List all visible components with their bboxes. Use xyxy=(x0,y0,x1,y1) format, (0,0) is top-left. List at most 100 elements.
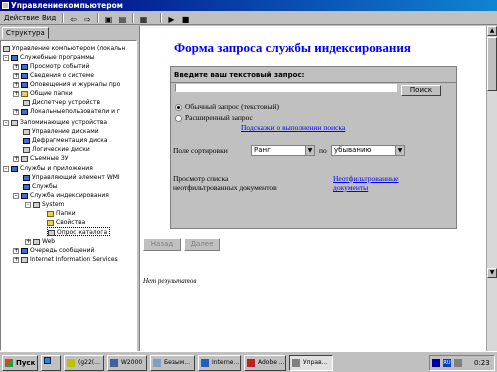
windows-logo-icon xyxy=(5,359,13,367)
tree-item-removable[interactable]: + Съемные ЗУ xyxy=(13,154,68,163)
next-button[interactable]: Далее xyxy=(184,238,220,251)
tree-item-event-viewer[interactable]: + Просмотр событий xyxy=(13,62,89,71)
properties-icon[interactable]: ▦ xyxy=(138,13,149,24)
tree-item-services-apps[interactable]: - Службы и приложения xyxy=(3,164,93,173)
start-button[interactable]: Пуск xyxy=(2,355,38,371)
radio-selected-icon xyxy=(175,103,182,111)
tree-item-disk-management[interactable]: Управление дисками xyxy=(23,127,99,136)
collapse-icon[interactable]: - xyxy=(13,192,19,199)
tree-item-system[interactable]: - System xyxy=(25,200,64,209)
tree-item-directories[interactable]: Папки xyxy=(47,209,76,218)
tree-item-web[interactable]: + Web xyxy=(25,237,55,246)
language-icon[interactable]: RU xyxy=(443,359,451,367)
sort-order-select[interactable]: убыванию ▼ xyxy=(331,145,405,156)
query-form-pane: Форма запроса службы индексирования Введ… xyxy=(139,26,497,351)
unfiltered-label-line1: Просмотр списка xyxy=(173,174,229,183)
tab-structure[interactable]: Структура xyxy=(2,27,49,39)
forward-arrow-icon[interactable]: ⇨ xyxy=(82,13,93,24)
tree-item-system-programs[interactable]: - Служебные программы xyxy=(3,53,94,62)
taskbar-item-4[interactable]: Adobe ... xyxy=(244,355,286,371)
ie-icon xyxy=(44,357,51,364)
tree-item-services[interactable]: Службы xyxy=(23,182,57,191)
scroll-down-icon[interactable]: ▼ xyxy=(487,268,497,278)
services-apps-icon xyxy=(11,165,18,172)
expand-icon[interactable]: + xyxy=(13,90,19,97)
search-button[interactable]: Поиск xyxy=(401,85,441,96)
taskbar-item-3[interactable]: Interne... xyxy=(198,355,241,371)
start-service-icon[interactable]: ▶ xyxy=(166,13,177,24)
unfiltered-docs-link-line2[interactable]: документы xyxy=(333,183,368,192)
tree-item-performance[interactable]: + Оповещения и журналы про xyxy=(13,80,120,89)
services-icon xyxy=(23,183,30,190)
no-results-text: Нет результатов xyxy=(143,277,197,285)
query-panel: Введите ваш текстовый запрос: Поиск Обыч… xyxy=(170,66,457,229)
console-tree: Управление компьютером (локальн - Служебн… xyxy=(0,40,137,351)
expand-icon[interactable]: + xyxy=(25,238,31,245)
taskbar-item-1[interactable]: W2000 xyxy=(107,355,147,371)
scroll-thumb[interactable] xyxy=(487,37,497,91)
expand-icon[interactable]: + xyxy=(13,256,19,263)
volume-icon[interactable] xyxy=(454,359,462,367)
tree-item-root[interactable]: Управление компьютером (локальн xyxy=(3,44,125,53)
taskbar-item-2[interactable]: Безым... xyxy=(150,355,195,371)
query-input[interactable] xyxy=(175,84,397,92)
menu-action[interactable]: Действие xyxy=(4,11,39,25)
menu-view[interactable]: Вид xyxy=(42,11,56,25)
taskbar-item-5[interactable]: Управ... xyxy=(289,355,333,371)
tree-item-system-info[interactable]: + Сведения о системе xyxy=(13,71,94,80)
computer-icon xyxy=(3,45,10,52)
up-folder-icon[interactable]: ▣ xyxy=(103,13,114,24)
expand-icon[interactable]: + xyxy=(13,63,19,70)
message-queue-icon xyxy=(21,247,28,254)
tree-item-properties[interactable]: Свойства xyxy=(47,218,85,227)
expand-icon[interactable]: + xyxy=(13,155,19,162)
tree-item-shared-folders[interactable]: + Общие папки xyxy=(13,89,73,98)
vertical-scrollbar[interactable]: ▲ ▼ xyxy=(486,26,497,351)
toolbar-separator xyxy=(62,13,64,23)
drive-icon xyxy=(23,146,30,153)
defrag-icon xyxy=(23,137,30,144)
event-viewer-icon xyxy=(21,63,28,70)
tree-item-message-queue[interactable]: + Очередь сообщений xyxy=(13,246,94,255)
expand-icon[interactable]: + xyxy=(13,108,19,115)
unfiltered-docs-link-line1[interactable]: Неотфильтрованные xyxy=(333,174,398,183)
collapse-icon[interactable]: - xyxy=(3,54,9,61)
radio-unselected-icon xyxy=(175,114,182,122)
back-button[interactable]: Назад xyxy=(143,238,181,251)
collapse-icon[interactable]: - xyxy=(3,119,9,126)
expand-icon[interactable]: + xyxy=(13,247,19,254)
tree-item-iis[interactable]: + Internet Information Services xyxy=(13,255,118,264)
taskbar-item-0[interactable]: (g22(... xyxy=(64,355,104,371)
mmc-icon xyxy=(292,359,300,367)
search-tips-link[interactable]: Подсказки о выполнении поиска xyxy=(241,123,345,132)
toolbar-separator xyxy=(132,13,134,23)
system-tray: RU 0:23 xyxy=(429,355,495,371)
expand-icon[interactable]: + xyxy=(13,72,19,79)
radio-simple-query[interactable]: Обычный запрос (текстовый) xyxy=(175,102,279,111)
quick-launch[interactable] xyxy=(41,355,61,371)
app-icon xyxy=(67,359,75,367)
tree-item-indexing[interactable]: - Служба индексирования xyxy=(13,191,109,200)
tree-item-query[interactable]: Опрос каталога xyxy=(47,227,111,236)
storage-icon xyxy=(11,119,18,126)
scroll-up-icon[interactable]: ▲ xyxy=(487,26,497,36)
tree-item-storage[interactable]: - Запоминающие устройства xyxy=(3,118,107,127)
tab-bar: Структура xyxy=(0,26,137,39)
tree-item-wmi[interactable]: Управляющий элемент WMI xyxy=(23,173,120,182)
show-tree-icon[interactable]: ▤ xyxy=(117,13,128,24)
tree-item-local-users[interactable]: + Локальныепользователи и г xyxy=(13,107,120,116)
stop-service-icon[interactable]: ■ xyxy=(180,13,191,24)
dropdown-arrow-icon: ▼ xyxy=(305,146,314,155)
tree-item-logical-drives[interactable]: Логические диски xyxy=(23,145,90,154)
radio-advanced-query[interactable]: Расширенный запрос xyxy=(175,113,253,122)
tree-item-defrag[interactable]: Дефрагментация диска xyxy=(23,136,108,145)
expand-icon[interactable]: + xyxy=(13,81,19,88)
tools-icon xyxy=(11,54,18,61)
sort-field-select[interactable]: Ранг ▼ xyxy=(251,145,315,156)
back-arrow-icon[interactable]: ⇦ xyxy=(68,13,79,24)
app-icon xyxy=(153,359,161,367)
tree-item-device-manager[interactable]: Диспетчер устройств xyxy=(23,98,100,107)
collapse-icon[interactable]: - xyxy=(3,165,9,172)
tray-icon[interactable] xyxy=(432,359,440,367)
collapse-icon[interactable]: - xyxy=(25,201,31,208)
